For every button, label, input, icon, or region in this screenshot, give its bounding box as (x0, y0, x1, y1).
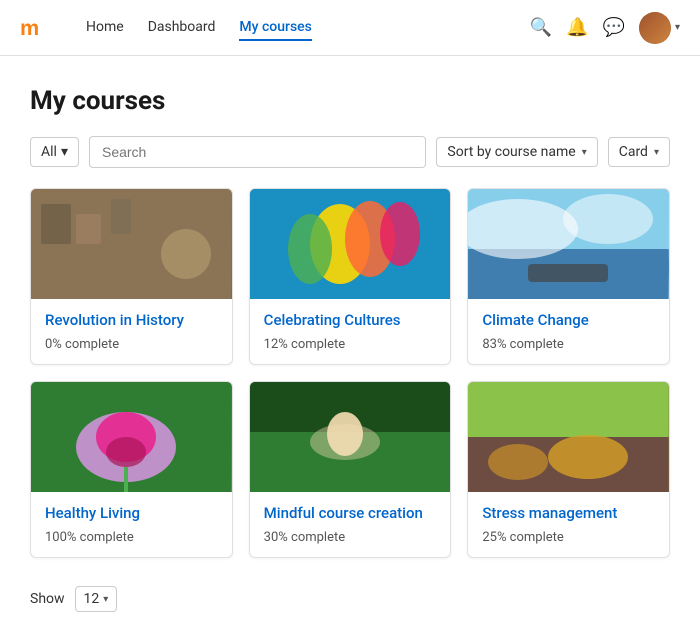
course-progress: 12% complete (264, 337, 437, 352)
per-page-value: 12 (84, 591, 100, 607)
course-thumb-2 (250, 189, 451, 299)
page-title: My courses (30, 86, 670, 116)
view-chevron: ▾ (654, 147, 659, 158)
nav-home[interactable]: Home (86, 15, 124, 41)
course-progress: 30% complete (264, 530, 437, 545)
view-value: Card (619, 144, 648, 160)
show-label: Show (30, 591, 65, 607)
course-card: Healthy Living 100% complete (30, 381, 233, 558)
svg-text:m: m (20, 14, 39, 39)
nav-dashboard[interactable]: Dashboard (148, 15, 216, 41)
search-input[interactable] (89, 136, 426, 168)
toolbar: All ▾ Sort by course name ▾ Card ▾ (30, 136, 670, 168)
course-card: Climate Change 83% complete (467, 188, 670, 365)
course-info: Mindful course creation 30% complete (250, 492, 451, 557)
course-name[interactable]: Healthy Living (45, 504, 218, 522)
filter-chevron: ▾ (61, 144, 68, 160)
course-name[interactable]: Celebrating Cultures (264, 311, 437, 329)
course-info: Revolution in History 0% complete (31, 299, 232, 364)
course-progress: 0% complete (45, 337, 218, 352)
course-progress: 83% complete (482, 337, 655, 352)
brand-logo[interactable]: m (20, 10, 56, 46)
user-menu[interactable]: ▾ (639, 12, 680, 44)
course-card: Celebrating Cultures 12% complete (249, 188, 452, 365)
sort-dropdown[interactable]: Sort by course name ▾ (436, 137, 597, 167)
course-name[interactable]: Mindful course creation (264, 504, 437, 522)
course-grid: Revolution in History 0% complete Celebra… (30, 188, 670, 558)
notification-icon[interactable]: 🔔 (566, 17, 588, 38)
nav-links: Home Dashboard My courses (86, 15, 530, 41)
view-dropdown[interactable]: Card ▾ (608, 137, 670, 167)
course-card: Stress management 25% complete (467, 381, 670, 558)
course-card: Revolution in History 0% complete (30, 188, 233, 365)
course-info: Celebrating Cultures 12% complete (250, 299, 451, 364)
filter-value: All (41, 144, 57, 160)
chat-icon[interactable]: 💬 (603, 17, 625, 38)
navbar: m Home Dashboard My courses 🔍 🔔 💬 ▾ (0, 0, 700, 56)
show-row: Show 12 ▾ (30, 582, 670, 616)
filter-dropdown[interactable]: All ▾ (30, 137, 79, 167)
course-thumb-5 (250, 382, 451, 492)
course-progress: 25% complete (482, 530, 655, 545)
main-content: My courses All ▾ Sort by course name ▾ C… (0, 56, 700, 636)
course-name[interactable]: Stress management (482, 504, 655, 522)
course-thumb-4 (31, 382, 232, 492)
navbar-actions: 🔍 🔔 💬 ▾ (530, 12, 680, 44)
course-info: Climate Change 83% complete (468, 299, 669, 364)
per-page-dropdown[interactable]: 12 ▾ (75, 586, 118, 612)
course-name[interactable]: Climate Change (482, 311, 655, 329)
sort-chevron: ▾ (582, 147, 587, 158)
avatar[interactable] (639, 12, 671, 44)
sort-value: Sort by course name (447, 144, 575, 160)
per-page-chevron: ▾ (103, 594, 108, 605)
course-info: Healthy Living 100% complete (31, 492, 232, 557)
course-thumb-1 (31, 189, 232, 299)
course-thumb-6 (468, 382, 669, 492)
course-progress: 100% complete (45, 530, 218, 545)
course-card: Mindful course creation 30% complete (249, 381, 452, 558)
course-name[interactable]: Revolution in History (45, 311, 218, 329)
course-thumb-3 (468, 189, 669, 299)
course-info: Stress management 25% complete (468, 492, 669, 557)
nav-my-courses[interactable]: My courses (239, 15, 311, 41)
search-icon[interactable]: 🔍 (530, 17, 552, 38)
user-menu-chevron[interactable]: ▾ (675, 22, 680, 33)
